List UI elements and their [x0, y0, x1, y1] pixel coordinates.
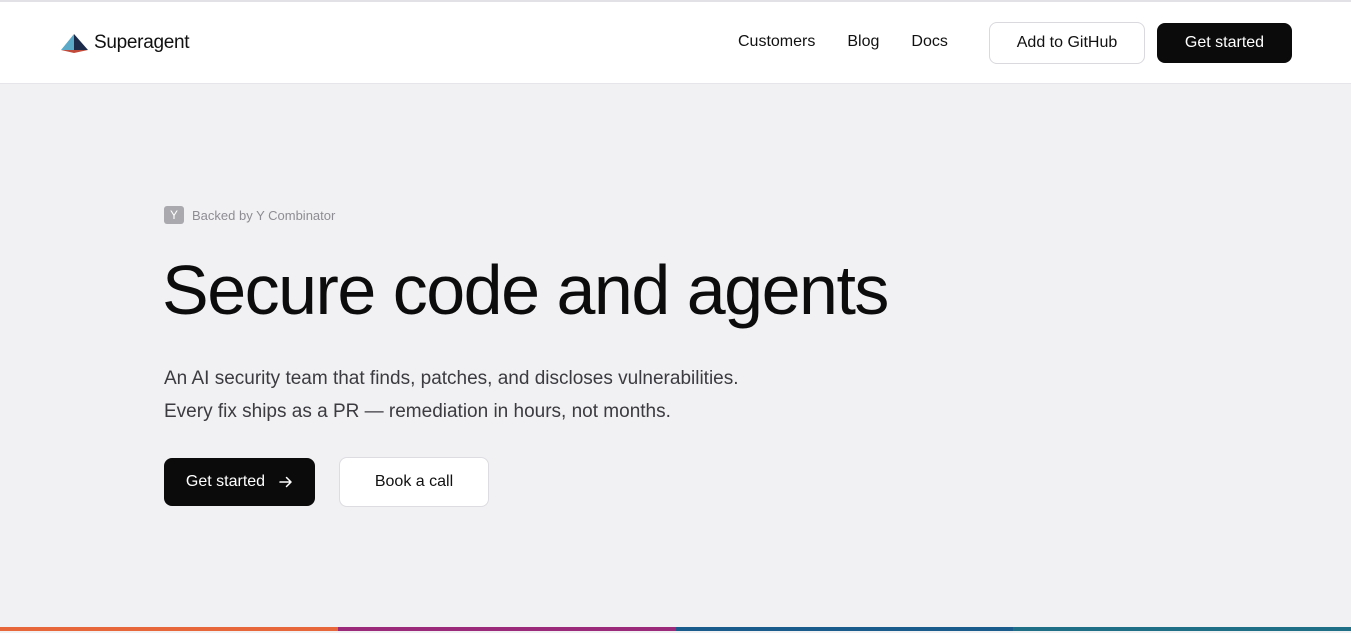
nav-link-docs[interactable]: Docs: [911, 33, 947, 51]
strip-segment-teal: [1013, 627, 1351, 631]
hero-get-started-button[interactable]: Get started: [164, 458, 315, 506]
hero-subtitle-line-2: Every fix ships as a PR — remediation in…: [164, 401, 671, 422]
book-a-call-button[interactable]: Book a call: [339, 457, 489, 507]
y-combinator-icon: Y: [164, 206, 184, 224]
strip-segment-blue: [675, 627, 1014, 631]
primary-nav: Customers Blog Docs: [738, 33, 948, 51]
nav-link-blog[interactable]: Blog: [847, 33, 879, 51]
brand-name: Superagent: [94, 32, 190, 53]
badge-text: Backed by Y Combinator: [192, 207, 336, 223]
nav-get-started-button[interactable]: Get started: [1157, 23, 1292, 63]
color-strip: [0, 627, 1351, 631]
hero-subtitle: An AI security team that finds, patches,…: [164, 362, 739, 428]
strip-segment-orange: [0, 627, 338, 631]
add-to-github-button[interactable]: Add to GitHub: [989, 22, 1145, 64]
arrow-right-icon: [279, 476, 292, 488]
hero-subtitle-line-1: An AI security team that finds, patches,…: [164, 368, 739, 389]
brand-logo[interactable]: Superagent: [60, 31, 190, 55]
hero-title: Secure code and agents: [162, 251, 889, 329]
hero-get-started-label: Get started: [185, 473, 266, 490]
strip-segment-magenta: [337, 627, 676, 631]
yc-badge: Y Backed by Y Combinator: [164, 206, 335, 224]
navbar: Superagent Customers Blog Docs Add to Gi…: [0, 2, 1351, 84]
pyramid-logo-icon: [61, 34, 88, 53]
nav-link-customers[interactable]: Customers: [738, 33, 815, 51]
